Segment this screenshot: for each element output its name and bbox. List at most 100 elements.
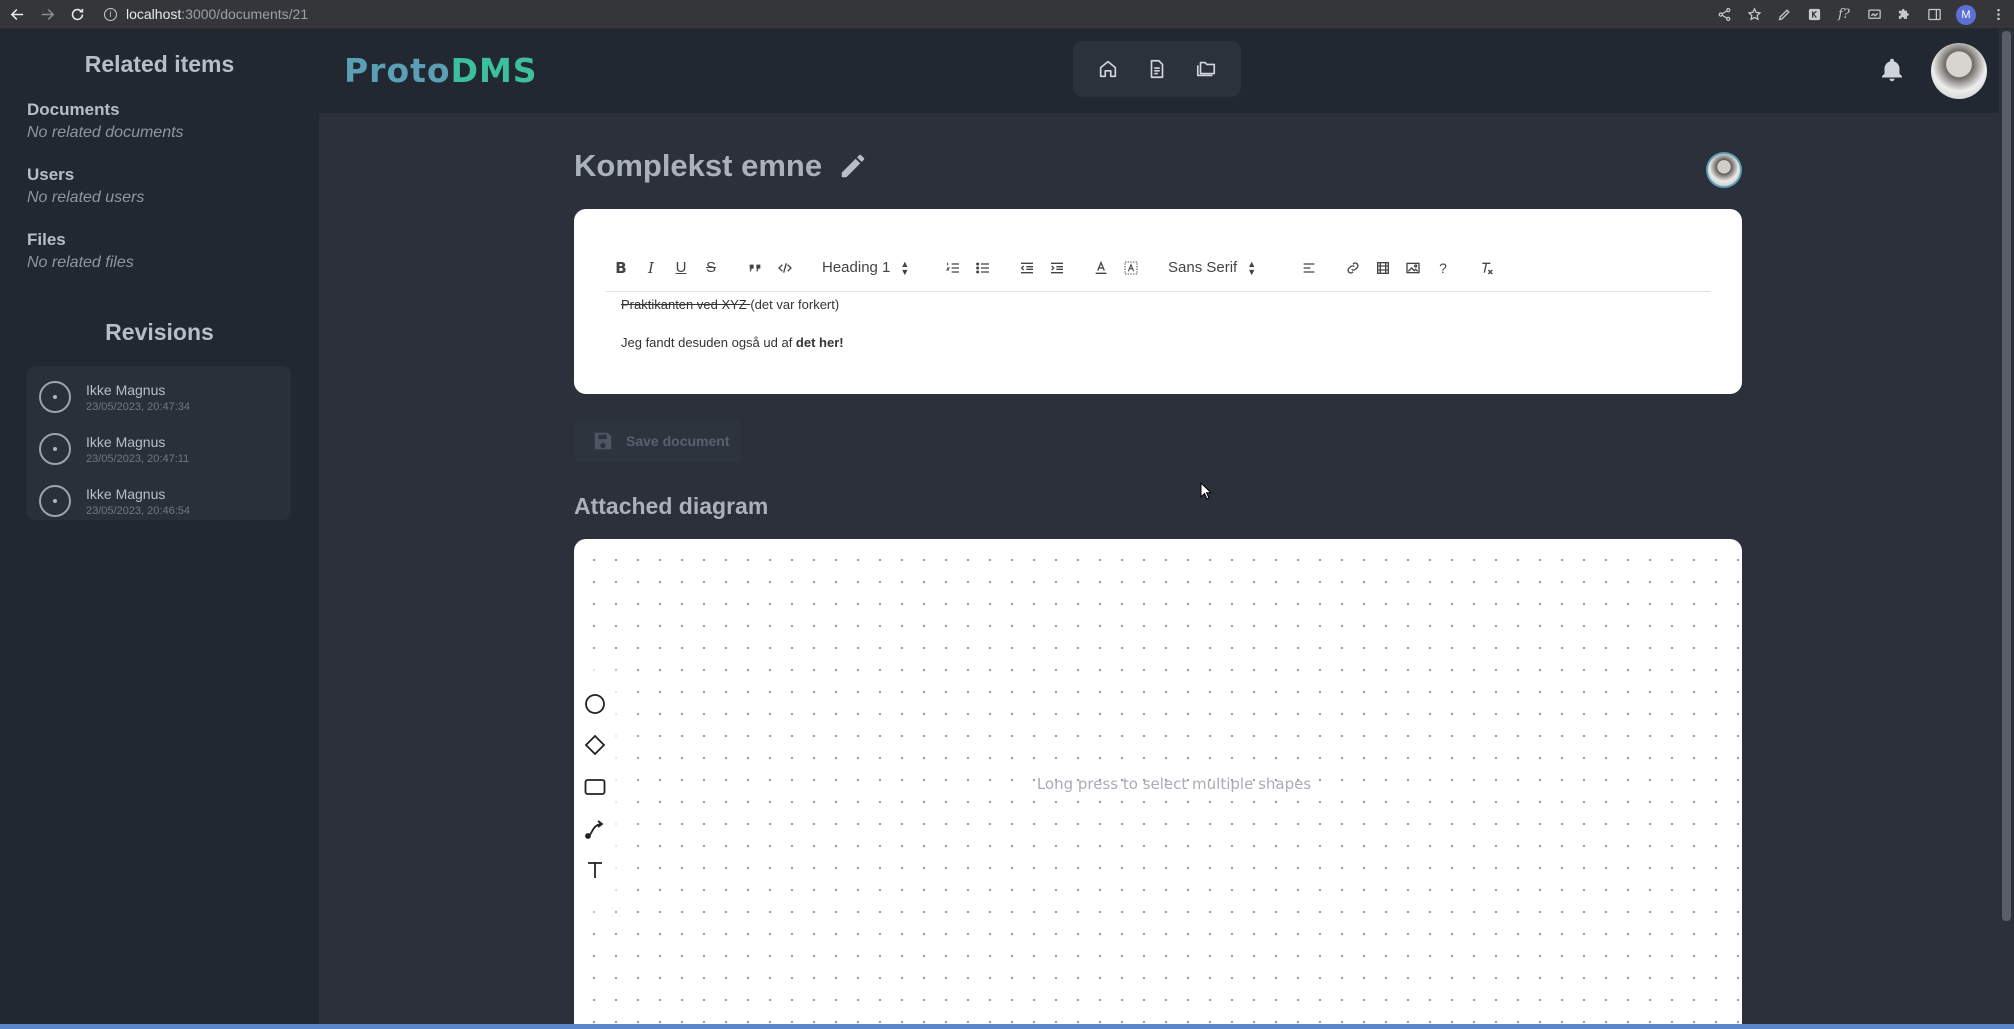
revision-author: Ikke Magnus bbox=[86, 433, 166, 450]
revision-item[interactable]: Ikke Magnus 23/05/2023, 20:47:11 bbox=[27, 423, 291, 475]
save-document-label: Save document bbox=[626, 433, 730, 449]
revision-date: 23/05/2023, 20:47:34 bbox=[86, 400, 190, 413]
image-insert-icon[interactable] bbox=[1398, 256, 1428, 280]
diagram-canvas[interactable]: Long press to select multiple shapes bbox=[574, 539, 1742, 1025]
home-icon[interactable] bbox=[1096, 57, 1120, 81]
ordered-list-icon[interactable] bbox=[938, 256, 968, 280]
mouse-cursor-icon bbox=[1200, 482, 1212, 500]
revision-item[interactable]: Ikke Magnus 23/05/2023, 20:47:34 bbox=[27, 371, 291, 423]
video-embed-icon[interactable] bbox=[1368, 256, 1398, 280]
pen-extension-icon[interactable] bbox=[1776, 7, 1792, 23]
edit-title-pencil-icon[interactable] bbox=[838, 151, 868, 181]
revision-author: Ikke Magnus bbox=[86, 381, 166, 398]
formula-extension-icon[interactable]: f? bbox=[1836, 7, 1852, 23]
related-group-empty: No related users bbox=[27, 189, 145, 206]
font-select[interactable]: Sans Serif ▲ ▼ bbox=[1160, 259, 1280, 276]
text-color-icon[interactable] bbox=[1086, 256, 1116, 280]
align-left-icon[interactable] bbox=[1294, 256, 1324, 280]
related-group-empty: No related files bbox=[27, 254, 134, 271]
underline-button[interactable]: U bbox=[666, 256, 696, 280]
browser-menu-icon[interactable] bbox=[1990, 7, 2006, 23]
content-line-2: Jeg fandt desuden også ud af det her! bbox=[621, 335, 844, 350]
diamond-tool-icon[interactable] bbox=[583, 733, 607, 757]
related-group-title: Users bbox=[27, 165, 75, 184]
extensions-puzzle-icon[interactable] bbox=[1896, 7, 1912, 23]
related-group-title: Files bbox=[27, 230, 66, 249]
floppy-disk-icon bbox=[594, 432, 612, 450]
related-group-empty: No related documents bbox=[27, 124, 184, 141]
rich-text-editor[interactable]: B I U S Heading 1 ▲ ▼ Sans Serif ▲ ▼ ? P… bbox=[574, 209, 1742, 394]
background-color-icon[interactable] bbox=[1116, 256, 1146, 280]
browser-toolbar: i localhost:3000/documents/21 f? M bbox=[0, 0, 2014, 29]
italic-button[interactable]: I bbox=[636, 256, 666, 280]
document-title: Komplekst emne bbox=[574, 148, 823, 183]
help-button[interactable]: ? bbox=[1428, 256, 1458, 280]
revision-author: Ikke Magnus bbox=[86, 485, 166, 502]
related-files-group: Files No related files bbox=[0, 230, 319, 272]
main-nav bbox=[1073, 41, 1241, 97]
heading-select[interactable]: Heading 1 ▲ ▼ bbox=[814, 259, 924, 276]
indent-icon[interactable] bbox=[1042, 256, 1072, 280]
back-icon[interactable] bbox=[4, 1, 30, 27]
bullet-list-icon[interactable] bbox=[968, 256, 998, 280]
notifications-bell-icon[interactable] bbox=[1877, 55, 1907, 85]
outdent-icon[interactable] bbox=[1012, 256, 1042, 280]
profile-avatar[interactable]: M bbox=[1956, 4, 1976, 25]
revision-date: 23/05/2023, 20:47:11 bbox=[86, 452, 190, 465]
save-document-button[interactable]: Save document bbox=[574, 420, 742, 462]
connector-tool-icon[interactable] bbox=[583, 817, 607, 841]
reload-icon[interactable] bbox=[64, 1, 90, 27]
revisions-heading: Revisions bbox=[105, 319, 214, 345]
related-users-group: Users No related users bbox=[0, 165, 319, 207]
content-line-1: Praktikanten ved XYZ (det var forkert) bbox=[621, 297, 844, 312]
revision-dot-icon bbox=[39, 433, 71, 465]
link-icon[interactable] bbox=[1338, 256, 1368, 280]
font-select-value: Sans Serif bbox=[1168, 259, 1238, 276]
code-block-icon[interactable] bbox=[770, 256, 800, 280]
heading-select-value: Heading 1 bbox=[822, 259, 891, 276]
revision-dot-icon bbox=[39, 381, 71, 413]
folders-icon[interactable] bbox=[1194, 57, 1218, 81]
related-group-title: Documents bbox=[27, 100, 120, 119]
strikethrough-button[interactable]: S bbox=[696, 256, 726, 280]
text-tool-icon[interactable] bbox=[583, 858, 607, 882]
screen-capture-icon[interactable] bbox=[1866, 7, 1882, 23]
clear-format-icon[interactable] bbox=[1472, 256, 1502, 280]
bookmark-star-icon[interactable] bbox=[1746, 7, 1762, 23]
site-info-icon[interactable]: i bbox=[104, 7, 117, 21]
page-scrollbar[interactable] bbox=[1999, 29, 2014, 1024]
revision-dot-icon bbox=[39, 485, 71, 517]
related-items-heading: Related items bbox=[84, 51, 235, 77]
document-icon[interactable] bbox=[1145, 57, 1169, 81]
plain-text: Jeg fandt desuden også ud af bbox=[621, 335, 796, 350]
address-bar[interactable]: i localhost:3000/documents/21 bbox=[104, 6, 308, 22]
select-arrows-icon: ▲ ▼ bbox=[1247, 258, 1257, 277]
bottom-status-strip bbox=[0, 1024, 2014, 1029]
logo-dms: DMS bbox=[450, 51, 538, 90]
editor-toolbar: B I U S Heading 1 ▲ ▼ Sans Serif ▲ ▼ ? bbox=[606, 244, 1710, 292]
share-icon[interactable] bbox=[1716, 7, 1732, 23]
extension-k-icon[interactable] bbox=[1806, 7, 1822, 23]
struck-text: Praktikanten ved XYZ bbox=[621, 297, 751, 312]
plain-text: (det var forkert) bbox=[750, 297, 840, 312]
sidebar: Related items Documents No related docum… bbox=[0, 29, 319, 1024]
side-panel-icon[interactable] bbox=[1926, 7, 1942, 23]
scrollbar-thumb[interactable] bbox=[2002, 31, 2011, 921]
url-path: :3000/documents/21 bbox=[181, 6, 309, 22]
document-owner-avatar[interactable] bbox=[1706, 152, 1742, 188]
app-logo[interactable]: ProtoDMS bbox=[344, 51, 538, 90]
forward-icon[interactable] bbox=[34, 1, 60, 27]
attached-diagram-heading: Attached diagram bbox=[574, 493, 769, 519]
blockquote-icon[interactable] bbox=[740, 256, 770, 280]
user-avatar[interactable] bbox=[1931, 43, 1987, 99]
circle-tool-icon[interactable] bbox=[583, 692, 607, 716]
bold-text: det her! bbox=[795, 335, 844, 350]
related-documents-group: Documents No related documents bbox=[0, 100, 319, 142]
select-arrows-icon: ▲ ▼ bbox=[900, 258, 910, 277]
diagram-hint: Long press to select multiple shapes bbox=[1036, 775, 1312, 793]
revision-item[interactable]: Ikke Magnus 23/05/2023, 20:46:54 bbox=[27, 475, 291, 527]
revision-date: 23/05/2023, 20:46:54 bbox=[86, 504, 190, 517]
editor-content[interactable]: Praktikanten ved XYZ (det var forkert) J… bbox=[621, 297, 844, 373]
url-host: localhost bbox=[126, 6, 182, 22]
bold-button[interactable]: B bbox=[606, 256, 636, 280]
